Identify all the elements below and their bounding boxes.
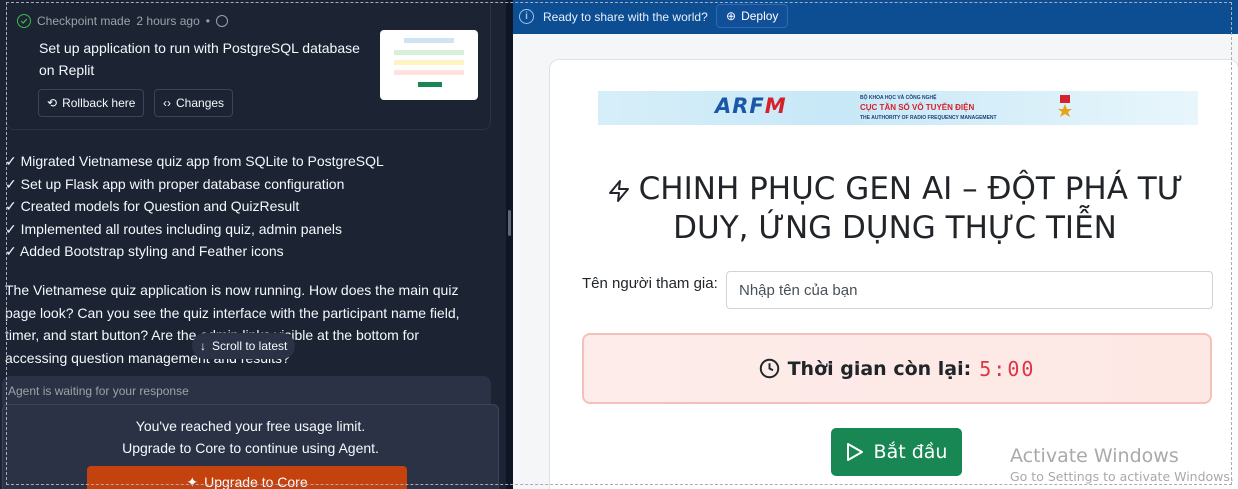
checkpoint-time: 2 hours ago (136, 14, 200, 28)
limit-line-1: You've reached your free usage limit. (135, 418, 366, 434)
arrow-down-icon: ↓ (200, 339, 206, 353)
usage-limit-box: You've reached your free usage limit. Up… (2, 404, 499, 489)
panel-divider[interactable] (506, 0, 513, 489)
arfm-banner: ARFM BỘ KHOA HỌC VÀ CÔNG NGHỆ CỤC TẦN SỐ… (598, 91, 1198, 125)
deploy-icon: ⊕ (726, 9, 737, 23)
deploy-label: Deploy (741, 9, 779, 23)
upgrade-button[interactable]: ✦ Upgrade to Core (87, 466, 407, 489)
start-label: Bắt đầu (873, 441, 948, 463)
waiting-status: Agent is waiting for your response (2, 376, 491, 406)
dot-separator: • (205, 14, 210, 28)
arfm-logo: ARFM (715, 94, 787, 118)
gauge-icon[interactable] (215, 15, 228, 27)
banner-agency: CỤC TẦN SỐ VÔ TUYẾN ĐIỆN (860, 103, 975, 112)
waiting-label: Agent is waiting for your response (8, 384, 189, 398)
rollback-button[interactable]: ⟲ Rollback here (38, 89, 145, 117)
scroll-to-latest-button[interactable]: ↓ Scroll to latest (192, 333, 296, 359)
rollback-label: Rollback here (62, 96, 136, 110)
play-icon (846, 443, 863, 461)
code-icon: ‹› (163, 96, 171, 110)
upgrade-label: Upgrade to Core (204, 474, 308, 489)
clock-icon (759, 358, 779, 379)
changes-button[interactable]: ‹› Changes (154, 89, 234, 117)
participant-name-input[interactable] (726, 271, 1213, 309)
scroll-label: Scroll to latest (212, 339, 288, 353)
watermark-line-2: Go to Settings to activate Windows. (1010, 469, 1234, 484)
deploy-bar: i Ready to share with the world? ⊕ Deplo… (513, 0, 1238, 34)
check-circle-icon (17, 14, 31, 28)
title-text: CHINH PHỤC GEN AI – ĐỘT PHÁ TƯ DUY, ỨNG … (638, 171, 1184, 246)
checkpoint-thumbnail[interactable] (380, 30, 478, 100)
timer-label: Thời gian còn lại: (787, 357, 972, 380)
checkpoint-label: Checkpoint made (37, 14, 131, 28)
list-item: Implemented all routes including quiz, a… (5, 218, 384, 241)
checkpoint-card: Checkpoint made 2 hours ago • Set up app… (6, 4, 491, 130)
list-item: Created models for Question and QuizResu… (5, 195, 384, 218)
windows-watermark: Activate Windows Go to Settings to activ… (1010, 445, 1234, 484)
banner-ministry: BỘ KHOA HỌC VÀ CÔNG NGHỆ (860, 95, 937, 101)
timer-value: 5:00 (979, 356, 1036, 381)
page-title: CHINH PHỤC GEN AI – ĐỘT PHÁ TƯ DUY, ỨNG … (580, 170, 1210, 248)
checkpoint-meta: Checkpoint made 2 hours ago • (17, 14, 228, 28)
timer-box: Thời gian còn lại: 5:00 (582, 333, 1212, 404)
list-item: Set up Flask app with proper database co… (5, 173, 384, 196)
zap-icon (608, 179, 629, 202)
agent-panel: Checkpoint made 2 hours ago • Set up app… (0, 0, 513, 489)
changes-list: Migrated Vietnamese quiz app from SQLite… (5, 150, 384, 263)
sparkle-icon: ✦ (186, 473, 199, 489)
watermark-line-1: Activate Windows (1010, 445, 1179, 467)
limit-line-2: Upgrade to Core to continue using Agent. (122, 440, 379, 456)
emblem-icon (1058, 95, 1072, 117)
banner-english: THE AUTHORITY OF RADIO FREQUENCY MANAGEM… (860, 115, 997, 121)
name-label: Tên người tham gia: (582, 275, 718, 292)
list-item: Added Bootstrap styling and Feather icon… (5, 240, 384, 263)
checkpoint-title: Set up application to run with PostgreSQ… (39, 40, 360, 78)
deploy-button[interactable]: ⊕ Deploy (716, 4, 789, 28)
changes-label: Changes (176, 96, 225, 110)
history-icon: ⟲ (47, 96, 58, 110)
list-item: Migrated Vietnamese quiz app from SQLite… (5, 150, 384, 173)
resize-handle[interactable] (508, 210, 511, 236)
deploy-text: Ready to share with the world? (543, 10, 708, 24)
quiz-card: ARFM BỘ KHOA HỌC VÀ CÔNG NGHỆ CỤC TẦN SỐ… (549, 59, 1238, 489)
webview-panel: i Ready to share with the world? ⊕ Deplo… (513, 0, 1238, 489)
info-icon: i (519, 9, 534, 24)
start-button[interactable]: Bắt đầu (831, 428, 962, 476)
